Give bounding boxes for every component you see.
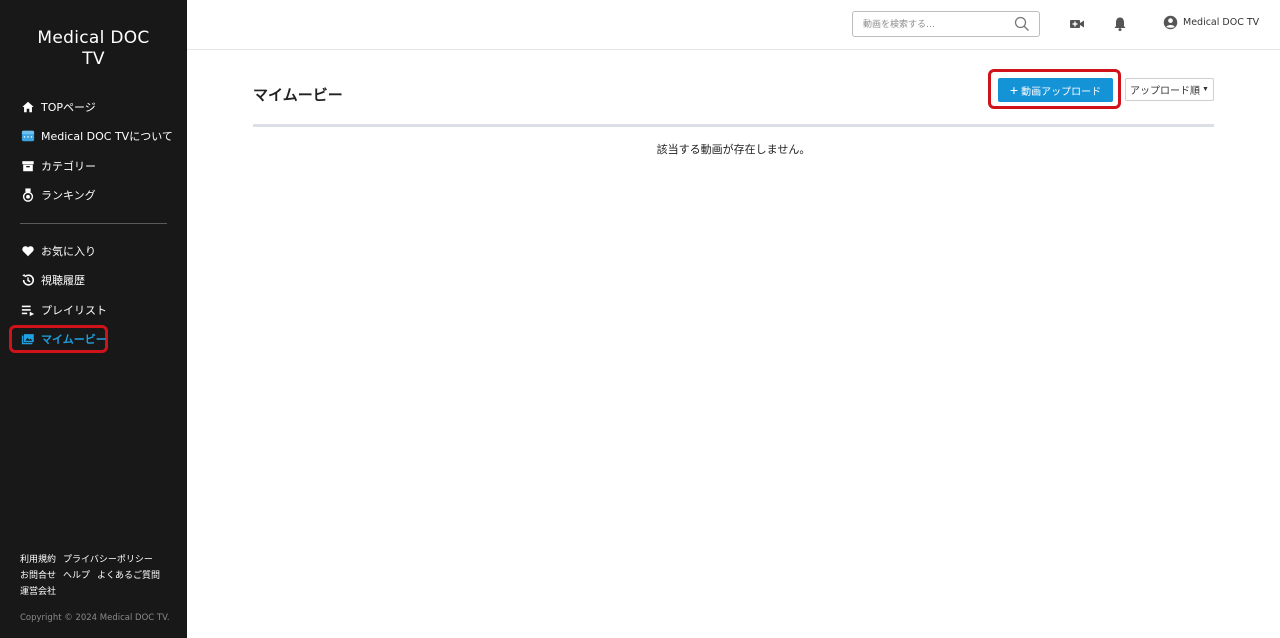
content-divider xyxy=(253,124,1214,127)
sidebar-item-playlist[interactable]: プレイリスト xyxy=(10,295,170,325)
home-icon xyxy=(21,100,35,114)
footer-link-terms[interactable]: 利用規約 xyxy=(20,555,56,565)
caret-down-icon: ▼ xyxy=(1202,86,1209,93)
search-box xyxy=(852,11,1040,37)
history-icon xyxy=(21,273,35,287)
upload-video-label: 動画アップロード xyxy=(1021,86,1102,98)
footer-link-privacy[interactable]: プライバシーポリシー xyxy=(63,555,153,565)
account-circle-icon xyxy=(1163,15,1178,30)
footer-row: お問合せ ヘルプ よくあるご質問 xyxy=(20,568,167,584)
sidebar: Medical DOC TV TOPページ Medical DOC TVについて… xyxy=(0,0,187,638)
add-video-icon[interactable] xyxy=(1068,15,1086,33)
search-icon[interactable] xyxy=(1014,16,1030,32)
upload-video-button[interactable]: + 動画アップロード xyxy=(998,78,1113,102)
heart-icon xyxy=(21,244,35,258)
calendar-icon xyxy=(21,129,35,143)
footer-link-contact[interactable]: お問合せ xyxy=(20,571,56,581)
sidebar-item-about[interactable]: Medical DOC TVについて xyxy=(10,122,173,152)
logo-line-1: Medical DOC xyxy=(37,28,150,48)
sidebar-item-favorites[interactable]: お気に入り xyxy=(10,236,170,266)
search-input[interactable] xyxy=(863,13,1013,37)
archive-icon xyxy=(21,159,35,173)
sidebar-item-category[interactable]: カテゴリー xyxy=(10,151,170,181)
sidebar-user-nav: お気に入り 視聴履歴 プレイリスト マイムービー xyxy=(9,236,170,353)
footer-link-help[interactable]: ヘルプ xyxy=(63,571,90,581)
sidebar-item-label: ランキング xyxy=(41,189,96,203)
sidebar-item-label: 視聴履歴 xyxy=(41,274,85,288)
user-menu[interactable]: Medical DOC TV xyxy=(1163,15,1259,30)
footer-row: 運営会社 xyxy=(20,584,167,600)
footer-link-company[interactable]: 運営会社 xyxy=(20,587,56,597)
plus-icon: + xyxy=(1009,82,1019,98)
sidebar-main-nav: TOPページ Medical DOC TVについて カテゴリー ランキング xyxy=(10,92,173,211)
top-header: Medical DOC TV xyxy=(187,0,1280,50)
logo[interactable]: Medical DOC TV xyxy=(0,28,187,70)
sidebar-item-label: お気に入り xyxy=(41,244,96,258)
empty-state-message: 該当する動画が存在しません。 xyxy=(656,143,811,156)
sidebar-item-my-movie[interactable]: マイムービー xyxy=(9,324,108,353)
user-name: Medical DOC TV xyxy=(1183,17,1260,28)
sort-label: アップロード順 xyxy=(1130,86,1201,97)
footer-link-faq[interactable]: よくあるご質問 xyxy=(97,571,160,581)
sidebar-item-label: プレイリスト xyxy=(41,303,107,317)
upload-highlight: + 動画アップロード xyxy=(988,69,1121,109)
page-title: マイムービー xyxy=(253,86,343,104)
bell-icon[interactable] xyxy=(1111,15,1129,33)
sidebar-footer-links: 利用規約 プライバシーポリシー お問合せ ヘルプ よくあるご質問 運営会社 xyxy=(20,552,167,600)
sidebar-item-top[interactable]: TOPページ xyxy=(10,92,170,122)
sort-dropdown[interactable]: アップロード順 ▼ xyxy=(1125,78,1214,101)
medal-icon xyxy=(21,188,35,203)
sidebar-item-label: TOPページ xyxy=(41,100,96,114)
logo-line-2: TV xyxy=(82,49,105,69)
video-library-icon xyxy=(21,332,35,346)
sidebar-item-history[interactable]: 視聴履歴 xyxy=(10,266,170,296)
sidebar-item-label: Medical DOC TVについて xyxy=(41,130,173,144)
sidebar-item-label: マイムービー xyxy=(41,332,107,346)
copyright: Copyright © 2024 Medical DOC TV. xyxy=(20,613,170,623)
sidebar-item-ranking[interactable]: ランキング xyxy=(10,181,170,211)
sidebar-item-label: カテゴリー xyxy=(41,159,96,173)
footer-row: 利用規約 プライバシーポリシー xyxy=(20,552,167,568)
sidebar-divider xyxy=(20,223,167,224)
playlist-icon xyxy=(21,303,35,317)
